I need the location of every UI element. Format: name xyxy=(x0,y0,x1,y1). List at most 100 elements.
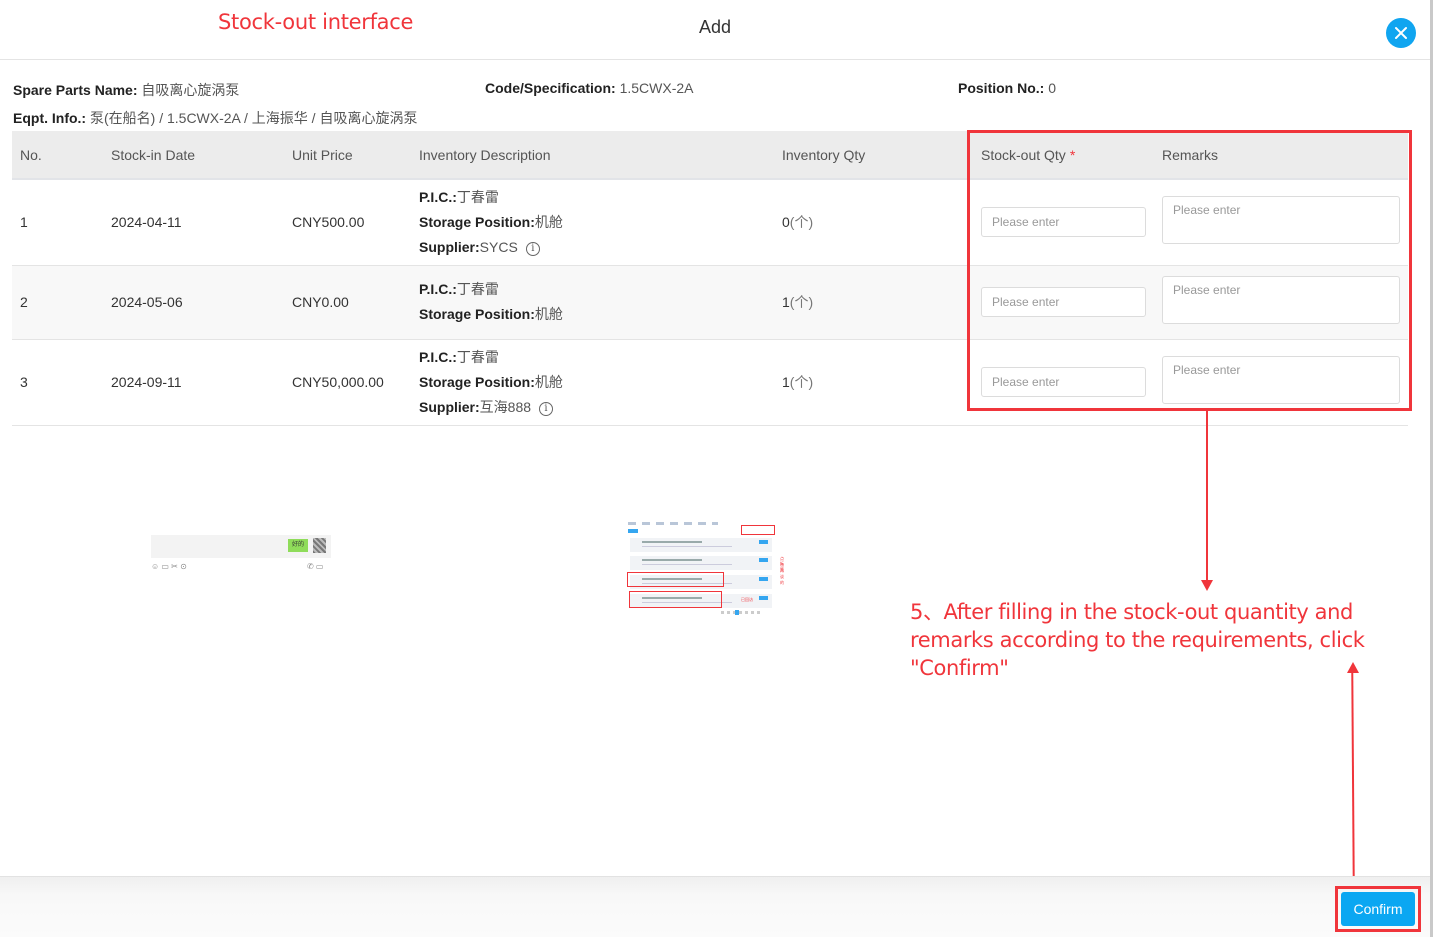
thumb-note: 已回访 xyxy=(741,597,753,602)
cell-no: 2 xyxy=(12,265,103,340)
storage-line: Storage Position:机舱 xyxy=(419,370,774,395)
cell-remarks xyxy=(1154,265,1408,340)
confirm-button[interactable]: Confirm xyxy=(1341,892,1415,926)
cell-inventory-description: P.I.C.:丁春雷 Storage Position:机舱 Supplier:… xyxy=(411,179,774,266)
qty-value: 0 xyxy=(782,214,790,231)
required-mark: * xyxy=(1069,146,1076,163)
qty-unit: (个) xyxy=(789,214,814,231)
screen-thumbnail: 点击再谈的 标签 已回访 xyxy=(625,516,784,616)
stock-out-qty-input[interactable] xyxy=(981,287,1146,317)
cell-remarks xyxy=(1154,179,1408,266)
pic-line: P.I.C.:丁春雷 xyxy=(419,185,774,210)
pic-value: 丁春雷 xyxy=(456,348,499,365)
stock-out-qty-input[interactable] xyxy=(981,367,1146,397)
spare-parts-name-value: 自吸离心旋涡泵 xyxy=(141,82,240,98)
supplier-line: Supplier:SYCS i xyxy=(419,235,774,260)
cell-inventory-qty: 1(个) xyxy=(774,339,973,426)
close-button[interactable] xyxy=(1386,18,1416,48)
storage-value: 机舱 xyxy=(534,306,563,322)
info-circle-icon[interactable]: i xyxy=(525,241,540,256)
pic-label: P.I.C.: xyxy=(419,188,457,205)
cell-stock-out-qty xyxy=(973,339,1154,426)
storage-line: Storage Position:机舱 xyxy=(419,302,774,327)
table-row: 2 2024-05-06 CNY0.00 P.I.C.:丁春雷 Storage … xyxy=(12,265,1408,340)
cell-stock-out-qty xyxy=(973,265,1154,340)
pic-line: P.I.C.:丁春雷 xyxy=(419,277,774,302)
code-value: 1.5CWX-2A xyxy=(619,80,694,96)
cell-no: 1 xyxy=(12,179,103,266)
supplier-value: 互海888 xyxy=(479,398,532,415)
chat-toolbar-icons: ☺ ▭ ✂ ⊙ xyxy=(151,562,187,571)
pic-line: P.I.C.:丁春雷 xyxy=(419,345,774,370)
thumb-card xyxy=(630,538,772,552)
remarks-input[interactable] xyxy=(1162,356,1400,404)
thumb-pager xyxy=(721,610,761,615)
cell-stock-in-date: 2024-04-11 xyxy=(103,179,284,266)
cell-unit-price: CNY500.00 xyxy=(284,179,411,266)
cell-stock-out-qty xyxy=(973,179,1154,266)
spare-parts-name-label: Spare Parts Name: xyxy=(13,82,138,98)
col-header-remarks: Remarks xyxy=(1154,131,1408,180)
supplier-label: Supplier: xyxy=(419,238,480,255)
cell-inventory-qty: 1(个) xyxy=(774,265,973,340)
storage-label: Storage Position: xyxy=(419,373,535,390)
storage-line: Storage Position:机舱 xyxy=(419,210,774,235)
spare-parts-name: Spare Parts Name: 自吸离心旋涡泵 xyxy=(13,80,239,100)
qty-value: 1 xyxy=(782,374,790,390)
cell-remarks xyxy=(1154,339,1408,426)
dialog-title: Add xyxy=(698,17,732,37)
storage-value: 机舱 xyxy=(534,213,563,230)
col-header-stock-in-date: Stock-in Date xyxy=(103,131,284,180)
chat-call-icons: ✆ ▭ xyxy=(307,562,324,571)
table-row: 1 2024-04-11 CNY500.00 P.I.C.:丁春雷 Storag… xyxy=(12,179,1408,266)
annotation-arrow-down xyxy=(1206,411,1208,581)
cell-stock-in-date: 2024-09-11 xyxy=(103,339,284,426)
cell-inventory-description: P.I.C.:丁春雷 Storage Position:机舱 xyxy=(411,265,774,340)
inventory-table: No. Stock-in Date Unit Price Inventory D… xyxy=(12,131,1408,426)
chat-thumbnail: 好的 ☺ ▭ ✂ ⊙ ✆ ▭ xyxy=(151,535,331,575)
position-label: Position No.: xyxy=(958,80,1045,96)
thumb-highlight xyxy=(629,591,722,608)
thumb-button xyxy=(628,529,638,533)
col-header-no: No. xyxy=(12,131,103,180)
remarks-input[interactable] xyxy=(1162,276,1400,324)
cell-stock-in-date: 2024-05-06 xyxy=(103,265,284,340)
storage-value: 机舱 xyxy=(534,373,563,390)
supplier-label: Supplier: xyxy=(419,398,480,415)
eqpt-label: Eqpt. Info.: xyxy=(13,110,87,126)
chat-send-button: 好的 xyxy=(288,539,308,552)
col-header-stock-out-qty: Stock-out Qty * xyxy=(973,131,1154,180)
code-label: Code/Specification: xyxy=(485,80,616,96)
storage-label: Storage Position: xyxy=(419,306,535,322)
thumb-highlight xyxy=(627,572,724,587)
pic-value: 丁春雷 xyxy=(456,281,499,297)
dialog-footer xyxy=(0,876,1430,937)
stock-out-qty-input[interactable] xyxy=(981,207,1146,238)
qty-unit: (个) xyxy=(789,374,814,390)
eqpt-info: Eqpt. Info.: 泵(在船名) / 1.5CWX-2A / 上海振华 /… xyxy=(13,108,417,128)
col-header-unit-price: Unit Price xyxy=(284,131,411,180)
table-row: 3 2024-09-11 CNY50,000.00 P.I.C.:丁春雷 Sto… xyxy=(12,339,1408,426)
cell-inventory-qty: 0(个) xyxy=(774,179,973,266)
pic-label: P.I.C.: xyxy=(419,281,457,297)
pic-value: 丁春雷 xyxy=(456,188,499,205)
thumb-highlight xyxy=(741,525,775,535)
info-circle-icon[interactable]: i xyxy=(539,401,554,416)
eqpt-value: 泵(在船名) / 1.5CWX-2A / 上海振华 / 自吸离心旋涡泵 xyxy=(89,110,418,126)
cell-inventory-description: P.I.C.:丁春雷 Storage Position:机舱 Supplier:… xyxy=(411,339,774,426)
thumb-tabs xyxy=(628,522,718,525)
table-header-row: No. Stock-in Date Unit Price Inventory D… xyxy=(12,131,1408,180)
col-header-inventory-description: Inventory Description xyxy=(411,131,774,180)
qty-unit: (个) xyxy=(789,294,814,310)
supplier-value: SYCS xyxy=(479,238,518,255)
supplier-line: Supplier:互海888 i xyxy=(419,395,774,420)
storage-label: Storage Position: xyxy=(419,213,535,230)
thumb-note: 标签 xyxy=(780,561,784,572)
annotation-arrow-up xyxy=(1351,671,1355,883)
qr-code-icon xyxy=(313,538,326,553)
close-icon xyxy=(1395,27,1407,39)
code-specification: Code/Specification: 1.5CWX-2A xyxy=(485,80,694,96)
remarks-input[interactable] xyxy=(1162,196,1400,245)
arrow-down-head-icon xyxy=(1201,580,1213,591)
col-header-inventory-qty: Inventory Qty xyxy=(774,131,973,180)
